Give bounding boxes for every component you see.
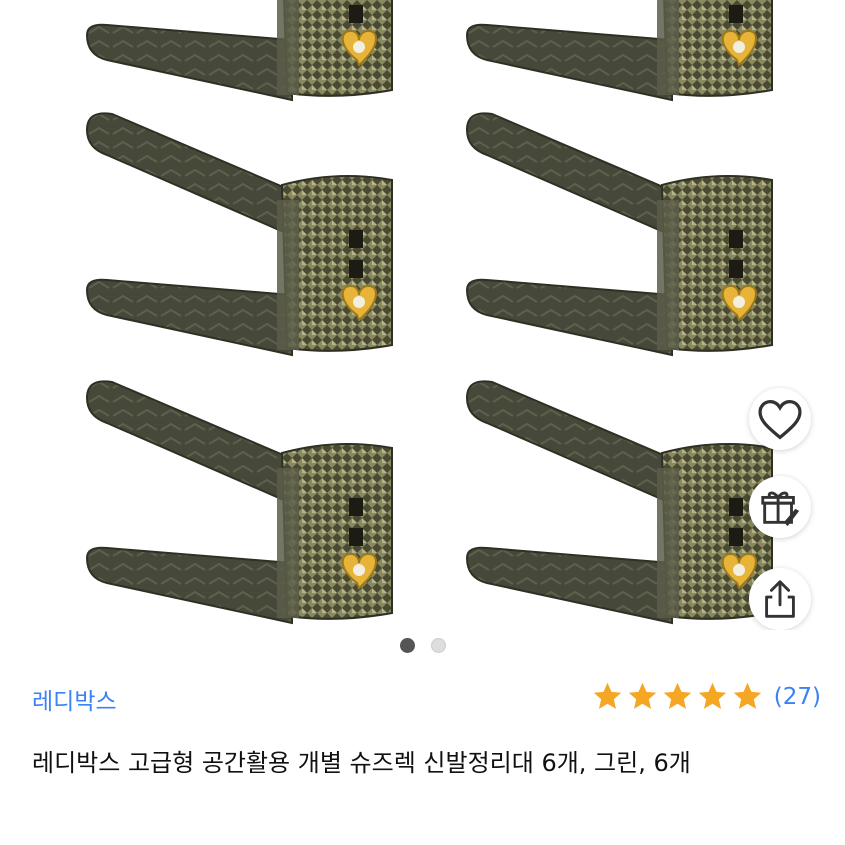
- gallery-dot-active[interactable]: [399, 638, 415, 653]
- wishlist-button[interactable]: [749, 388, 811, 450]
- review-count[interactable]: (27): [774, 684, 821, 710]
- star-icon: [593, 682, 622, 709]
- product-title: 레디박스 고급형 공간활용 개별 슈즈렉 신발정리대 6개, 그린, 6개: [32, 749, 691, 777]
- product-rating[interactable]: (27): [591, 680, 821, 713]
- star-icon: [698, 682, 727, 709]
- heart-icon: [758, 400, 802, 440]
- share-icon: [765, 580, 795, 618]
- star-icon: [663, 682, 692, 709]
- star-icon: [733, 682, 762, 709]
- share-button[interactable]: [749, 568, 811, 630]
- product-image-gallery[interactable]: [0, 0, 845, 630]
- gift-icon: [761, 491, 800, 527]
- gift-button[interactable]: [749, 476, 811, 538]
- gallery-dot[interactable]: [430, 638, 446, 653]
- product-photo: [86, 0, 773, 624]
- brand-link[interactable]: 레디박스: [32, 682, 117, 716]
- star-icon: [628, 682, 657, 709]
- gallery-pagination: [0, 638, 845, 653]
